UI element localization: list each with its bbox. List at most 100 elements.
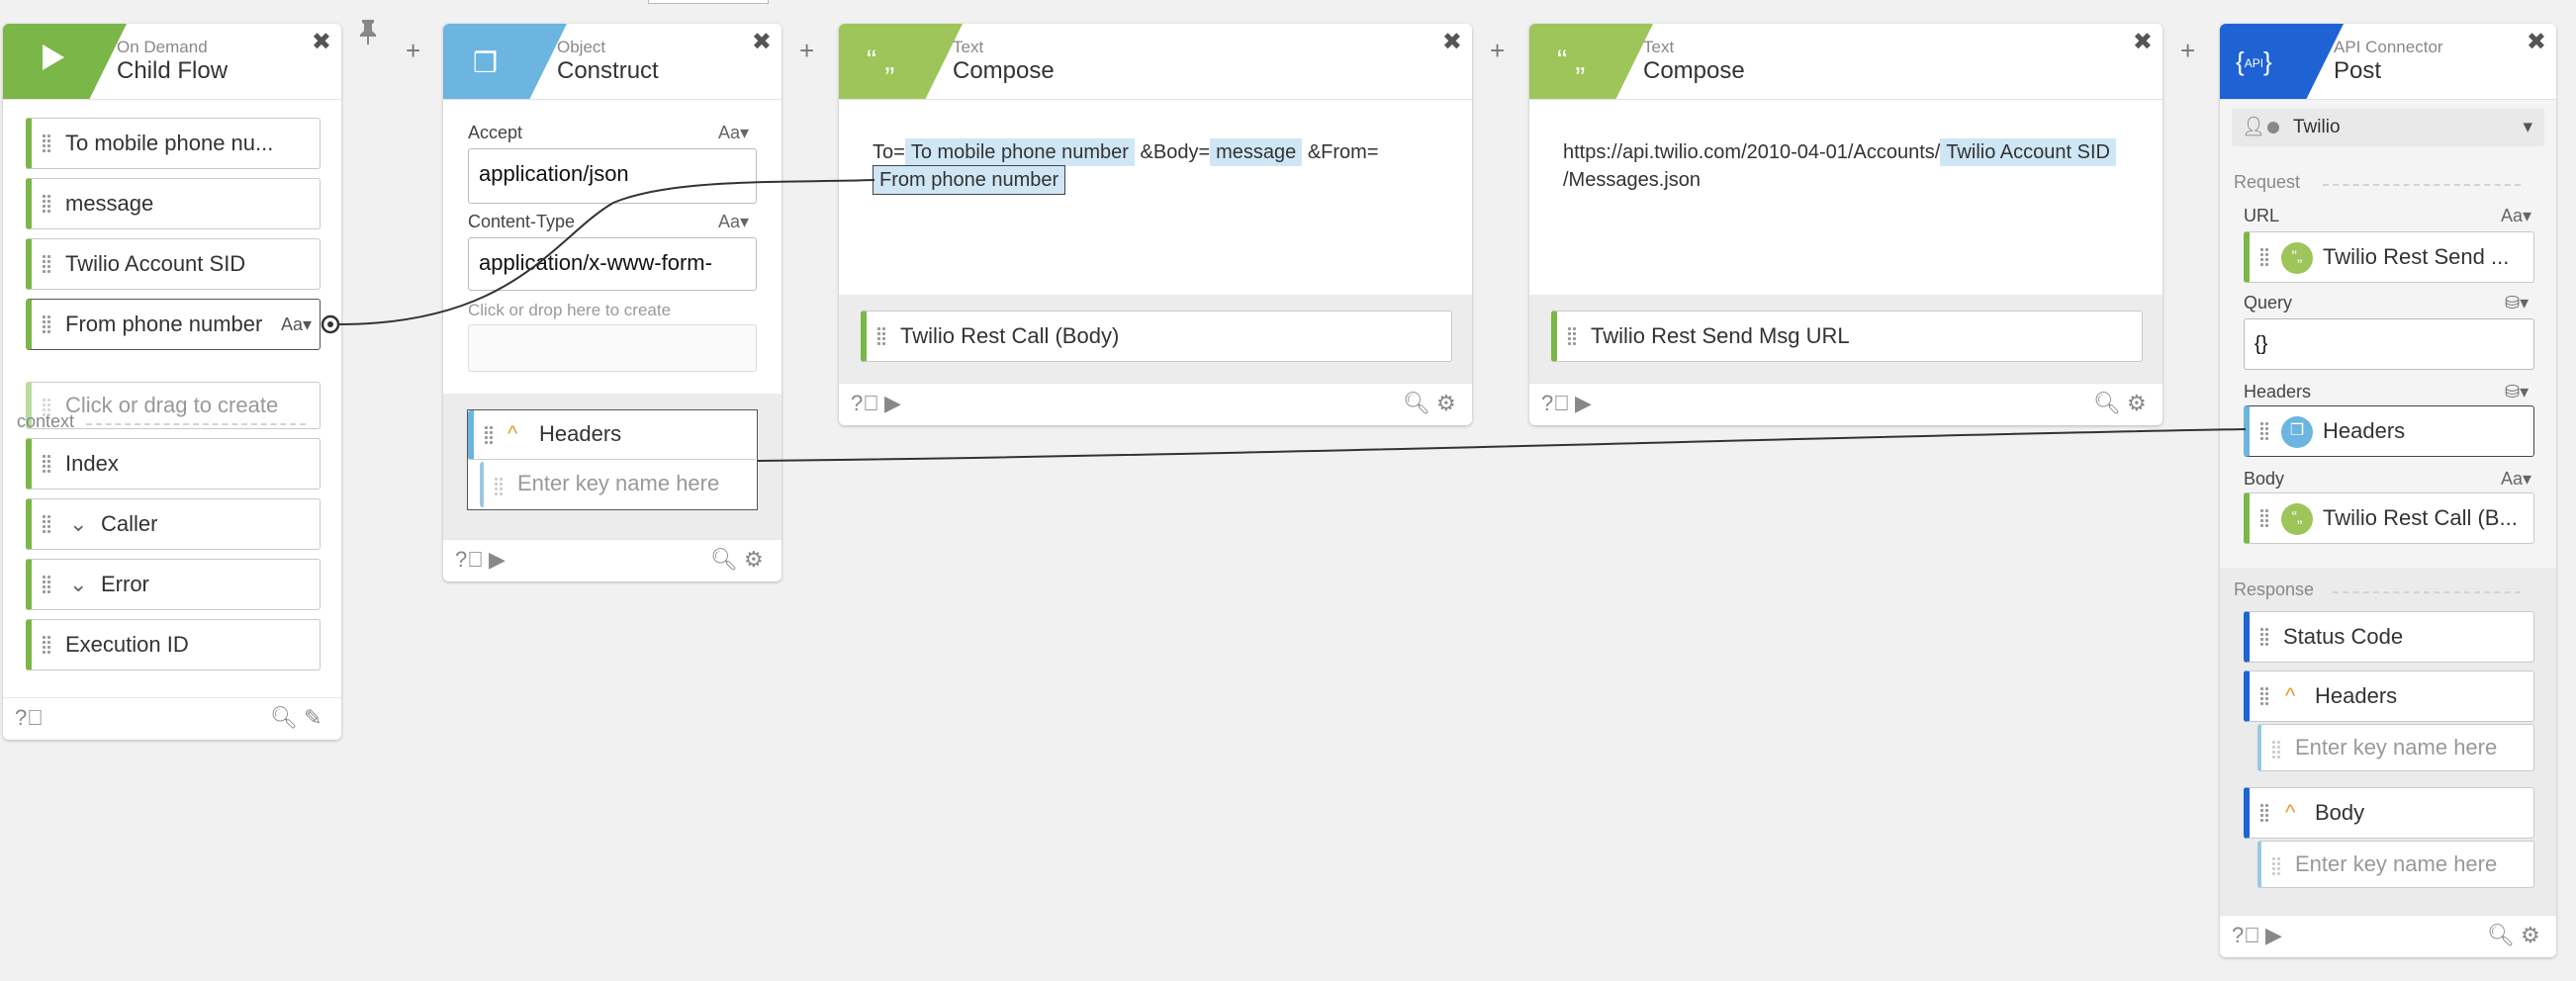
request-section-label: Request [2234,172,2301,192]
help-icon[interactable]: ?⃝ [851,392,879,415]
type-selector[interactable]: Aa▾ [281,300,312,349]
add-step-icon[interactable]: + [1490,36,1505,66]
drag-handle-icon[interactable] [2259,508,2269,528]
close-icon[interactable]: ✖ [752,28,772,56]
drag-handle-icon[interactable] [2259,686,2269,706]
compose-text-area[interactable]: To= To mobile phone number &Body= message … [873,138,1456,195]
type-selector[interactable]: Aa▾ [718,212,749,232]
response-body-field[interactable]: ^ Body [2244,787,2534,839]
drag-handle-icon[interactable] [42,194,51,214]
search-icon[interactable]: 🔍︎ [710,548,738,572]
response-headers-key-input[interactable]: Enter key name here [2257,724,2534,771]
drag-handle-icon[interactable] [2259,627,2269,647]
drag-handle-icon[interactable] [1567,326,1577,346]
field-label: Status Code [2283,624,2404,649]
drag-handle-icon[interactable] [42,134,51,153]
text-segment: To= [873,141,905,163]
input-field-from-phone[interactable]: From phone number Aa▾ [26,299,321,350]
output-field[interactable]: Twilio Rest Call (Body) [861,311,1452,362]
play-icon[interactable]: ▶ [489,548,506,572]
chevron-up-icon[interactable]: ^ [2285,788,2295,838]
chevron-down-icon[interactable]: ⌄ [69,499,87,549]
drag-handle-icon[interactable] [2259,247,2269,267]
play-icon[interactable]: ▶ [884,392,901,415]
search-icon[interactable]: 🔍︎ [2093,392,2121,415]
token-to-mobile[interactable]: To mobile phone number [904,138,1135,166]
type-selector[interactable]: Aa▾ [2501,206,2531,226]
close-icon[interactable]: ✖ [1442,28,1462,56]
chevron-up-icon[interactable]: ^ [507,410,517,458]
drag-handle-icon[interactable] [42,254,51,274]
account-select[interactable]: 👤︎ Twilio ▾ [2232,109,2544,146]
input-field-to-mobile[interactable]: To mobile phone nu... [26,118,321,169]
headers-output-field[interactable]: ^ Headers [468,410,757,460]
search-icon[interactable]: 🔍︎ [1403,392,1430,415]
type-selector[interactable]: Aa▾ [2501,469,2531,490]
field-label: Index [65,451,119,476]
close-icon[interactable]: ✖ [312,28,331,56]
status-code-field[interactable]: Status Code [2244,611,2534,663]
pin-icon[interactable] [358,18,378,45]
add-step-icon[interactable]: + [799,36,814,66]
help-icon[interactable]: ?⃝ [455,548,484,572]
database-icon[interactable]: ⛁▾ [2505,382,2529,402]
play-icon[interactable]: ▶ [1575,392,1592,415]
card-kind: Object [557,38,606,56]
drag-handle-icon[interactable] [42,454,51,474]
chevron-down-icon[interactable]: ▾ [2523,109,2532,146]
search-icon[interactable]: 🔍︎ [270,706,298,730]
close-icon[interactable]: ✖ [2133,28,2153,56]
type-selector[interactable]: Aa▾ [718,123,749,143]
output-field[interactable]: Twilio Rest Send Msg URL [1551,311,2143,362]
compose-text-area[interactable]: https://api.twilio.com/2010-04-01/Accoun… [1563,138,2147,194]
context-item-execution-id[interactable]: Execution ID [26,619,321,670]
create-field-dropzone[interactable] [468,324,757,372]
token-account-sid[interactable]: Twilio Account SID [1940,138,2116,166]
help-icon[interactable]: ?⃝ [2232,924,2260,947]
headers-output-group[interactable]: ^ Headers Enter key name here [467,409,758,510]
add-step-icon[interactable]: + [2180,36,2195,66]
help-icon[interactable]: ?⃝ [15,706,44,730]
search-icon[interactable]: 🔍︎ [2487,924,2515,947]
response-body-key-input[interactable]: Enter key name here [2257,841,2534,888]
content-type-input[interactable]: application/x-www-form- [468,237,757,291]
accept-input[interactable]: application/json [468,148,757,204]
drag-handle-icon[interactable] [876,326,886,346]
drag-handle-icon[interactable] [42,314,51,334]
database-icon[interactable]: ⛁▾ [2505,293,2529,313]
context-item-index[interactable]: Index [26,438,321,490]
text-segment: &From= [1307,141,1379,163]
url-field[interactable]: “„ Twilio Rest Send ... [2244,231,2534,283]
gear-icon[interactable]: ⚙ [2127,392,2147,415]
help-icon[interactable]: ?⃝ [1541,392,1570,415]
chevron-up-icon[interactable]: ^ [2285,671,2295,721]
input-field-account-sid[interactable]: Twilio Account SID [26,238,321,290]
input-field-message[interactable]: message [26,178,321,229]
context-item-caller[interactable]: ⌄ Caller [26,498,321,550]
drag-handle-icon[interactable] [42,635,51,655]
query-input[interactable]: {} [2244,318,2534,370]
gear-icon[interactable]: ⚙ [2521,924,2540,947]
token-from-phone[interactable]: From phone number [873,165,1066,195]
connector-headers [757,428,2247,462]
token-message[interactable]: message [1210,138,1303,166]
add-step-icon[interactable]: + [406,36,420,66]
drag-handle-icon[interactable] [2259,803,2269,823]
headers-key-input[interactable]: Enter key name here [480,462,755,507]
play-icon[interactable]: ▶ [2265,924,2282,947]
response-headers-field[interactable]: ^ Headers [2244,670,2534,722]
close-icon[interactable]: ✖ [2527,28,2546,56]
drag-handle-icon[interactable] [42,514,51,534]
context-item-error[interactable]: ⌄ Error [26,559,321,610]
gear-icon[interactable]: ⚙ [744,548,764,572]
headers-field[interactable]: ❒ Headers [2244,405,2534,457]
content-type-label: Content-Type [468,212,576,231]
body-field[interactable]: “„ Twilio Rest Call (B... [2244,492,2534,544]
drag-handle-icon[interactable] [2259,421,2269,441]
chevron-down-icon[interactable]: ⌄ [69,560,87,609]
edit-icon[interactable]: ✎ [304,706,322,730]
drag-handle-icon[interactable] [484,425,494,445]
drag-handle-icon[interactable] [42,575,51,594]
card-header: {API} API Connector Post ✖ [2220,24,2556,100]
gear-icon[interactable]: ⚙ [1436,392,1456,415]
